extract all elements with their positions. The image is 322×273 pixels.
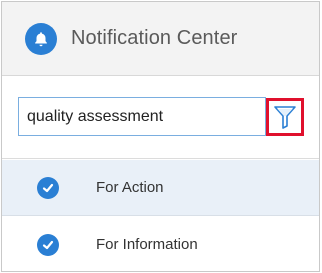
list-item-for-information[interactable]: For Information <box>2 217 319 271</box>
panel-header: Notification Center <box>2 2 319 76</box>
list-item-label: For Information <box>96 236 198 253</box>
list-item-for-action[interactable]: For Action <box>2 160 319 216</box>
list-item-label: For Action <box>96 179 164 196</box>
search-area <box>2 77 319 159</box>
page-title: Notification Center <box>71 27 238 49</box>
filter-button[interactable] <box>266 98 304 136</box>
search-input[interactable] <box>18 97 266 136</box>
notification-panel: Notification Center For Action For Infor… <box>1 1 320 272</box>
filter-icon <box>274 106 296 129</box>
check-badge-icon <box>37 233 59 256</box>
bell-icon <box>25 23 57 55</box>
check-badge-icon <box>37 176 59 199</box>
